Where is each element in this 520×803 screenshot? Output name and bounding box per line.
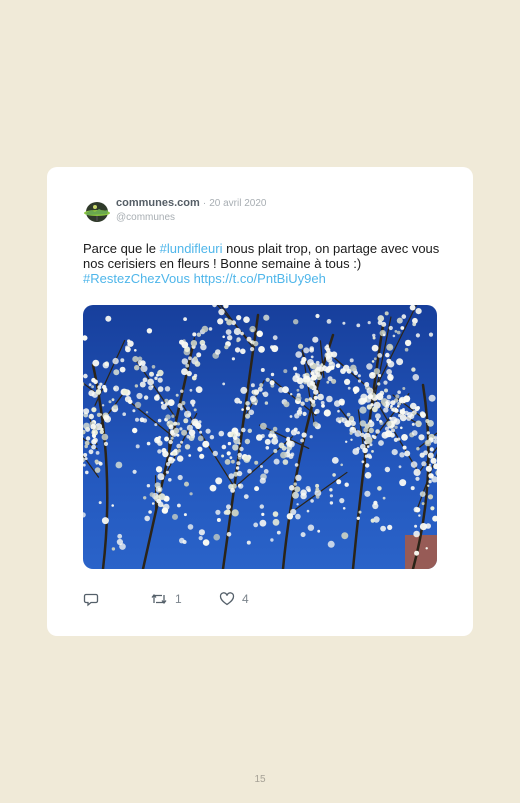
reply-action[interactable] [83,590,99,608]
page-number: 15 [254,774,266,785]
like-count: 4 [242,592,249,606]
separator: · [202,198,207,209]
tweet-photo[interactable] [83,305,437,569]
author-handle[interactable]: @communes [116,212,266,224]
reply-icon [83,593,99,607]
avatar[interactable] [83,198,111,226]
hashtag-restezchezvous[interactable]: #RestezChezVous [83,271,190,286]
tweet-actions: 1 4 [83,590,443,608]
text-before: Parce que le [83,241,160,256]
retweet-action[interactable]: 1 [150,590,182,608]
heart-icon [219,592,235,606]
retweet-count: 1 [175,592,182,606]
author-name[interactable]: communes.com [116,197,200,209]
retweet-icon [151,593,167,605]
tweet-card: communes.com · 20 avril 2020 @communes P… [47,167,473,636]
tweet-url[interactable]: https://t.co/PntBiUy9eh [194,271,326,286]
tweet-date[interactable]: 20 avril 2020 [209,198,266,209]
tweet-text: Parce que le #lundifleuri nous plait tro… [83,241,443,286]
hashtag-lundifleuri[interactable]: #lundifleuri [160,241,223,256]
author-block: communes.com · 20 avril 2020 @communes [116,196,266,224]
like-action[interactable]: 4 [219,590,249,608]
